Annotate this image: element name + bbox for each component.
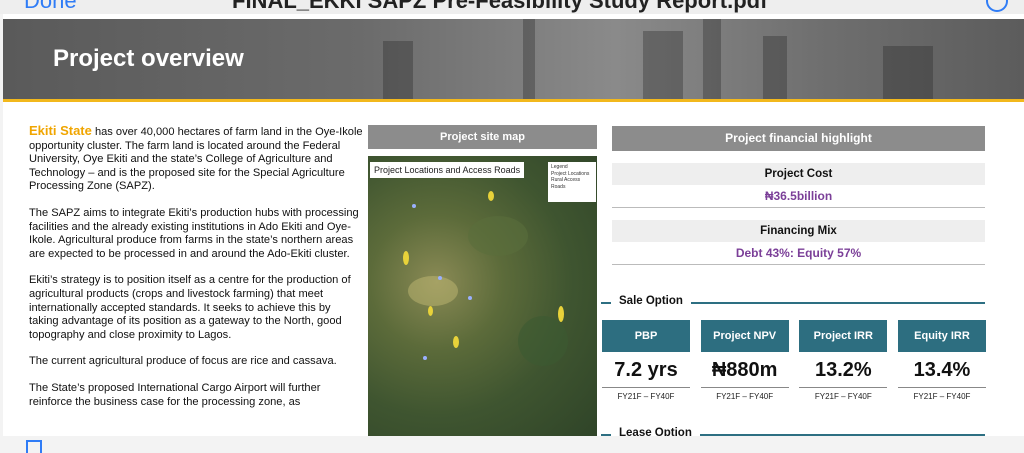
map-legend: Legend Project Locations Rural Access Ro… (548, 162, 596, 202)
paragraph: Ekiti’s strategy is to position itself a… (29, 274, 351, 341)
metric-head: Equity IRR (897, 320, 986, 352)
metric-value: 13.2% (799, 352, 888, 388)
state-name: Ekiti State (29, 123, 92, 138)
metric-period: FY21F – FY40F (814, 392, 872, 401)
legend-item: Rural Access Roads (551, 177, 581, 190)
financing-mix-label: Financing Mix (612, 220, 985, 242)
metric-period: FY21F – FY40F (716, 392, 774, 401)
location-marker (453, 336, 459, 348)
overview-text: Ekiti State has over 40,000 hectares of … (29, 124, 363, 422)
skyline-decoration (383, 41, 413, 101)
paragraph: The State’s proposed International Cargo… (29, 381, 321, 408)
skyline-decoration (703, 19, 721, 101)
metric-period: FY21F – FY40F (913, 392, 971, 401)
project-site-map: Project site map Project Locations and A… (368, 125, 597, 436)
road-marker (438, 276, 442, 280)
metric-tile-pbp: PBP 7.2 yrs FY21F – FY40F (602, 320, 690, 401)
terrain-patch (468, 216, 528, 256)
road-marker (468, 296, 472, 300)
accent-divider (3, 99, 1024, 102)
terrain-patch (518, 316, 568, 366)
sale-option-section: Sale Option (601, 294, 985, 310)
paragraph: Ekiti State has over 40,000 hectares of … (29, 124, 363, 194)
pdf-page: Project overview Ekiti State has over 40… (3, 14, 1024, 436)
lease-option-label: Lease Option (611, 427, 700, 436)
skyline-decoration (763, 36, 787, 101)
paragraph: The current agricultural produce of focu… (29, 355, 337, 368)
document-title: FINAL_EKKI SAPZ Pre-Feasibility Study Re… (232, 0, 768, 13)
metric-period: FY21F – FY40F (617, 392, 675, 401)
road-marker (412, 204, 416, 208)
bottom-toolbar (0, 436, 1024, 453)
lease-option-section: Lease Option (601, 426, 985, 436)
metric-value: 13.4% (897, 352, 986, 388)
metric-tile-project-irr: Project IRR 13.2% FY21F – FY40F (799, 320, 888, 401)
location-marker (488, 191, 494, 201)
terrain-patch (408, 276, 458, 306)
financing-mix-value: Debt 43%: Equity 57% (735, 246, 862, 260)
road-marker (423, 356, 427, 360)
sale-option-label: Sale Option (611, 295, 691, 307)
location-marker (428, 306, 433, 316)
page-title: Project overview (53, 45, 244, 72)
map-caption: Project Locations and Access Roads (370, 162, 525, 178)
map-header: Project site map (368, 125, 597, 149)
project-cost-label: Project Cost (612, 163, 985, 185)
metric-tile-equity-irr: Equity IRR 13.4% FY21F – FY40F (897, 320, 986, 401)
metric-head: Project IRR (799, 320, 888, 352)
metric-tiles: PBP 7.2 yrs FY21F – FY40F Project NPV ₦8… (602, 320, 986, 401)
financial-highlight: Project financial highlight Project Cost… (612, 126, 985, 265)
pdf-viewer-toolbar: Done FINAL_EKKI SAPZ Pre-Feasibility Stu… (0, 0, 1024, 14)
metric-value: 7.2 yrs (602, 352, 690, 388)
banner: Project overview (3, 19, 1024, 101)
skyline-decoration (643, 31, 683, 101)
done-button[interactable]: Done (24, 0, 77, 14)
financial-header: Project financial highlight (612, 126, 985, 151)
skyline-decoration (883, 46, 933, 101)
metric-head: PBP (602, 320, 690, 352)
metric-head: Project NPV (700, 320, 789, 352)
metric-tile-npv: Project NPV ₦880m FY21F – FY40F (700, 320, 789, 401)
project-cost-value: ₦36.5billion (764, 189, 833, 203)
satellite-map: Project Locations and Access Roads Legen… (368, 156, 597, 436)
project-cost: Project Cost ₦36.5billion (612, 163, 985, 208)
location-marker (403, 251, 409, 265)
location-marker (558, 306, 564, 322)
metric-value: ₦880m (700, 352, 789, 388)
financing-mix: Financing Mix Debt 43%: Equity 57% (612, 220, 985, 265)
share-icon[interactable] (26, 440, 42, 453)
compass-icon[interactable] (986, 0, 1008, 12)
paragraph: The SAPZ aims to integrate Ekiti’s produ… (29, 206, 359, 260)
skyline-decoration (523, 19, 535, 101)
